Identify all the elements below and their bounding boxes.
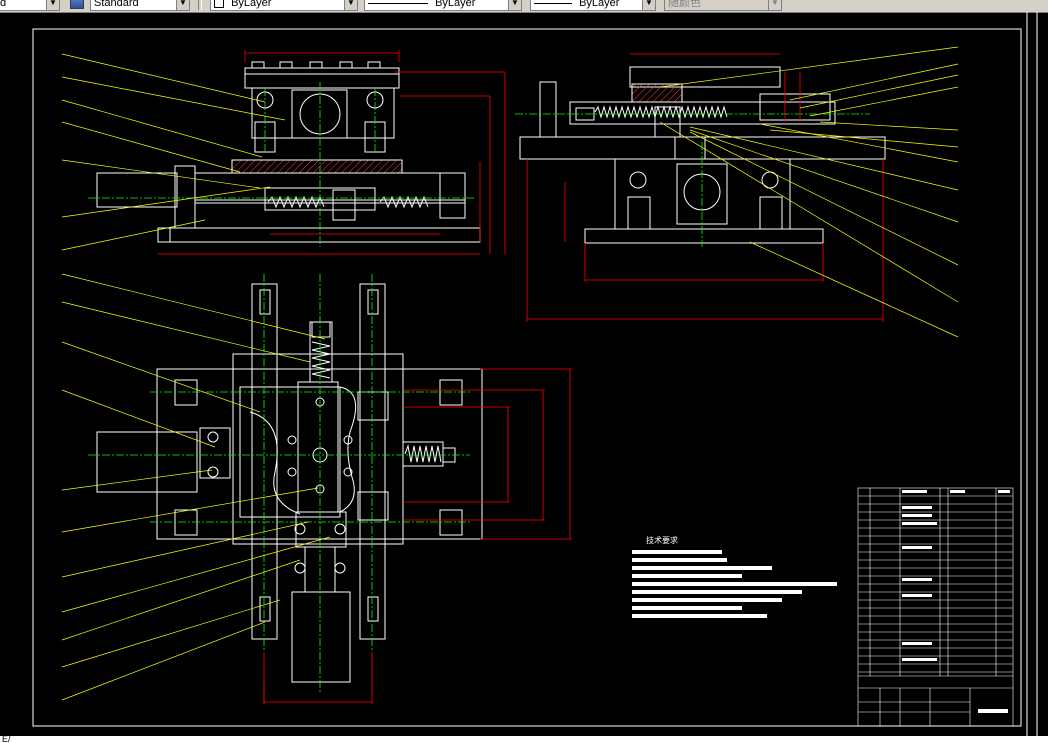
- table-cell-text: [902, 546, 932, 549]
- chevron-down-icon[interactable]: ▼: [46, 0, 59, 10]
- technical-notes: 技术要求: [632, 535, 837, 618]
- plot-style-value: 随颜色: [668, 0, 701, 9]
- title-block-text: [978, 709, 1008, 713]
- table-cell-text: [902, 594, 932, 597]
- table-cell-text: [902, 658, 937, 661]
- note-line: [632, 590, 802, 594]
- table-cell-text: [902, 490, 927, 493]
- table-cell-text: [902, 506, 932, 509]
- dim-style-value: Standard: [94, 0, 139, 9]
- top-view: [96, 283, 483, 683]
- table-cell-text: [902, 578, 932, 581]
- table-cell-text: [998, 490, 1010, 493]
- leader-lines: [61, 46, 959, 701]
- text-style-value: d: [0, 0, 7, 9]
- table-cell-text: [902, 514, 932, 517]
- table-cell-text: [902, 522, 937, 525]
- lineweight-value: ByLayer: [579, 0, 620, 9]
- command-line-text: E/: [2, 736, 11, 743]
- chevron-down-icon[interactable]: ▼: [642, 0, 655, 10]
- notes-heading: 技术要求: [646, 535, 678, 545]
- chevron-down-icon[interactable]: ▼: [768, 0, 781, 10]
- front-view: [96, 61, 481, 243]
- drawing-canvas[interactable]: 技术要求: [0, 12, 1048, 736]
- dimension-style-icon[interactable]: [70, 0, 84, 9]
- note-line: [632, 558, 727, 562]
- drawing-frame: [32, 28, 1022, 727]
- linetype-combo[interactable]: ByLayer ▼: [364, 0, 522, 11]
- lineweight-sample-icon: [534, 2, 572, 4]
- layer-color-combo[interactable]: ByLayer ▼: [210, 0, 358, 11]
- color-swatch-icon: [214, 0, 224, 9]
- chevron-down-icon[interactable]: ▼: [508, 0, 521, 10]
- note-line: [632, 566, 772, 570]
- side-view: [519, 66, 886, 244]
- text-style-combo[interactable]: d ▼: [0, 0, 60, 11]
- note-line: [632, 606, 742, 610]
- linetype-sample-icon: [368, 2, 428, 4]
- toolbar-separator: [198, 0, 202, 10]
- note-line: [632, 614, 767, 618]
- chevron-down-icon[interactable]: ▼: [344, 0, 357, 10]
- top-view-dimensions: [263, 368, 572, 704]
- command-line[interactable]: E/: [0, 736, 1048, 743]
- note-line: [632, 582, 837, 586]
- linetype-value: ByLayer: [435, 0, 476, 9]
- front-view-dimensions: [158, 50, 506, 255]
- plot-style-combo[interactable]: 随颜色 ▼: [664, 0, 782, 11]
- notes-text-lines: [632, 550, 837, 618]
- parts-list-text-marks: [902, 490, 1010, 713]
- top-view-centerlines: [88, 274, 470, 692]
- chevron-down-icon[interactable]: ▼: [176, 0, 189, 10]
- note-line: [632, 550, 722, 554]
- lineweight-combo[interactable]: ByLayer ▼: [530, 0, 656, 11]
- note-line: [632, 598, 782, 602]
- table-cell-text: [902, 642, 932, 645]
- note-line: [632, 574, 742, 578]
- dim-style-combo[interactable]: Standard ▼: [90, 0, 190, 11]
- layer-color-value: ByLayer: [231, 0, 272, 9]
- table-cell-text: [950, 490, 965, 493]
